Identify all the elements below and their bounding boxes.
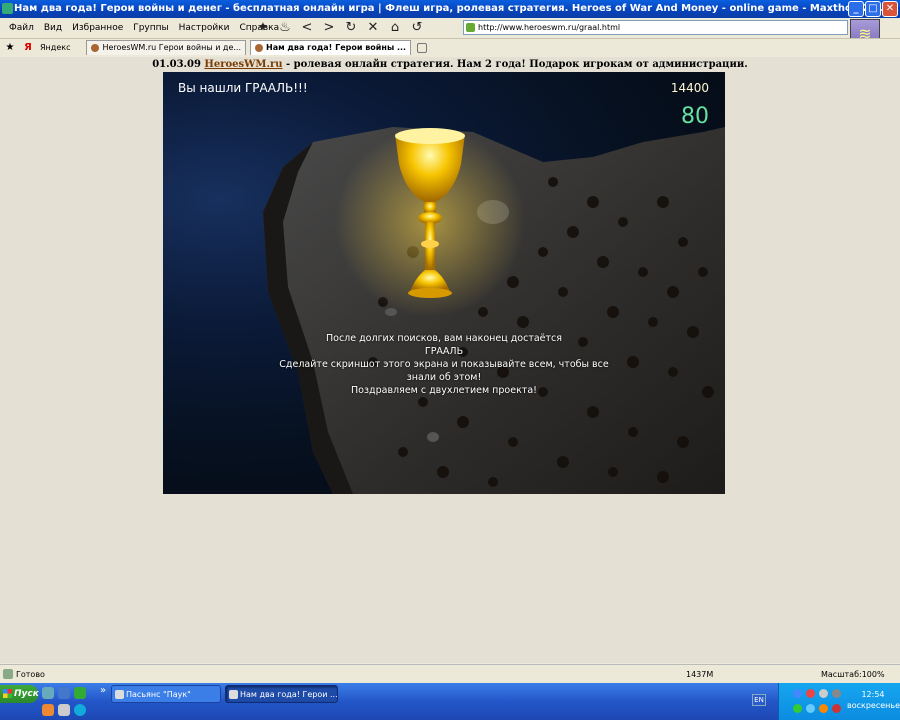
explorer-icon[interactable]: [42, 687, 54, 699]
maxthon-icon: [2, 3, 13, 14]
tab-graal[interactable]: Нам два года! Герои войны ...: [250, 40, 412, 55]
yandex-link[interactable]: Яндекс: [40, 43, 70, 52]
menu-settings[interactable]: Настройки: [174, 23, 235, 33]
favorites-star-icon[interactable]: ★: [4, 42, 16, 53]
tray-icon[interactable]: [819, 689, 828, 698]
clock-day: воскресенье: [847, 701, 900, 710]
system-tray: 12:54 воскресенье: [778, 683, 900, 720]
tray-icon[interactable]: [806, 704, 815, 713]
refresh-icon[interactable]: ↻: [344, 20, 358, 35]
menu-file[interactable]: Файл: [4, 23, 39, 33]
news-line: 01.03.09 HeroesWM.ru - ролевая онлайн ст…: [0, 59, 900, 70]
message-line: знали об этом!: [406, 372, 482, 383]
tab-bar: ★ Я Яндекс HeroesWM.ru Герои войны и де.…: [0, 38, 900, 56]
firefox-icon[interactable]: [42, 704, 54, 716]
tray-icon[interactable]: [832, 689, 841, 698]
back-icon[interactable]: <: [300, 20, 314, 35]
maximize-button[interactable]: □: [865, 1, 881, 17]
windows-taskbar: Пуск » Пасьянс "Паук" Нам два года! Геро…: [0, 683, 900, 720]
boulder: [427, 432, 439, 442]
tray-icon[interactable]: [793, 689, 802, 698]
tab-favicon: [255, 44, 264, 52]
status-icon: [3, 669, 13, 679]
stop-icon[interactable]: ✕: [366, 20, 380, 35]
new-tab-icon[interactable]: [417, 42, 428, 53]
undo-close-icon[interactable]: ↺: [410, 20, 424, 35]
message-line: ГРААЛЬ: [424, 346, 464, 357]
mail-icon[interactable]: [58, 704, 70, 716]
page-content: 01.03.09 HeroesWM.ru - ролевая онлайн ст…: [0, 57, 900, 663]
solitaire-icon: [115, 690, 124, 699]
counter-value: 80: [681, 104, 709, 129]
news-text: - ролевая онлайн стратегия. Нам 2 года! …: [282, 59, 748, 70]
start-label: Пуск: [14, 689, 39, 699]
address-url: http://www.heroeswm.ru/graal.html: [478, 23, 621, 32]
feature-icon[interactable]: ✦: [256, 20, 270, 35]
message-line: Поздравляем с двухлетием проекта!: [351, 385, 537, 396]
zoom-control[interactable]: Масштаб:100%: [821, 670, 885, 679]
close-button[interactable]: ✕: [882, 1, 898, 17]
tray-icon[interactable]: [806, 689, 815, 698]
site-favicon: [466, 23, 475, 32]
score-value: 14400: [670, 81, 709, 95]
yandex-icon[interactable]: Я: [22, 42, 34, 53]
found-message: Вы нашли ГРААЛЬ!!!: [178, 81, 308, 95]
task-browser[interactable]: Нам два года! Герои ...: [225, 685, 338, 703]
tab-favicon: [91, 44, 100, 52]
maxthon-quick-icon[interactable]: [58, 687, 70, 699]
menu-groups[interactable]: Группы: [128, 23, 173, 33]
language-indicator[interactable]: EN: [752, 694, 766, 706]
message-line: После долгих поисков, вам наконец достаё…: [326, 333, 562, 344]
fire-icon[interactable]: ♨: [278, 20, 292, 35]
status-text: Готово: [16, 669, 45, 679]
navigation-toolbar: ✦ ♨ < > ↻ ✕ ⌂ ↺: [256, 18, 424, 37]
skype-icon[interactable]: [74, 704, 86, 716]
message-line: Сделайте скриншот этого экрана и показыв…: [279, 359, 609, 370]
task-label: Пасьянс "Паук": [126, 690, 191, 699]
icq-icon[interactable]: [74, 687, 86, 699]
window-titlebar[interactable]: Нам два года! Герои войны и денег - бесп…: [0, 0, 900, 18]
address-input[interactable]: http://www.heroeswm.ru/graal.html: [463, 20, 848, 35]
task-spider-solitaire[interactable]: Пасьянс "Паук": [111, 685, 221, 703]
tray-icon[interactable]: [819, 704, 828, 713]
clock[interactable]: 12:54 воскресенье: [847, 689, 900, 711]
tray-icon[interactable]: [832, 704, 841, 713]
site-link[interactable]: HeroesWM.ru: [204, 59, 282, 70]
task-label: Нам два года! Герои ...: [240, 690, 338, 699]
tab-heroeswm[interactable]: HeroesWM.ru Герои войны и де...: [86, 40, 247, 55]
news-date: 01.03.09: [152, 59, 201, 70]
windows-flag-icon: [3, 689, 12, 698]
minimize-button[interactable]: _: [848, 1, 864, 17]
clock-time: 12:54: [861, 690, 885, 699]
forward-icon[interactable]: >: [322, 20, 336, 35]
home-icon[interactable]: ⌂: [388, 20, 402, 35]
tab-label: HeroesWM.ru Герои войны и де...: [102, 43, 242, 52]
memory-usage: 1437M: [686, 669, 714, 679]
menu-favorites[interactable]: Избранное: [67, 23, 128, 33]
congrats-message: После долгих поисков, вам наконец достаё…: [163, 332, 725, 397]
browser-icon: [229, 690, 238, 699]
start-button[interactable]: Пуск: [0, 685, 39, 703]
tray-icon[interactable]: [793, 704, 802, 713]
rock-scene: [263, 127, 725, 494]
flash-game-area[interactable]: Вы нашли ГРААЛЬ!!! 14400 80 После долгих…: [163, 72, 725, 494]
tab-label: Нам два года! Герои войны ...: [266, 43, 407, 52]
status-bar: Готово 1437M Масштаб:100%: [0, 664, 900, 683]
quicklaunch-more-icon[interactable]: »: [100, 685, 106, 696]
window-title: Нам два года! Герои войны и денег - бесп…: [14, 3, 891, 14]
menu-view[interactable]: Вид: [39, 23, 67, 33]
